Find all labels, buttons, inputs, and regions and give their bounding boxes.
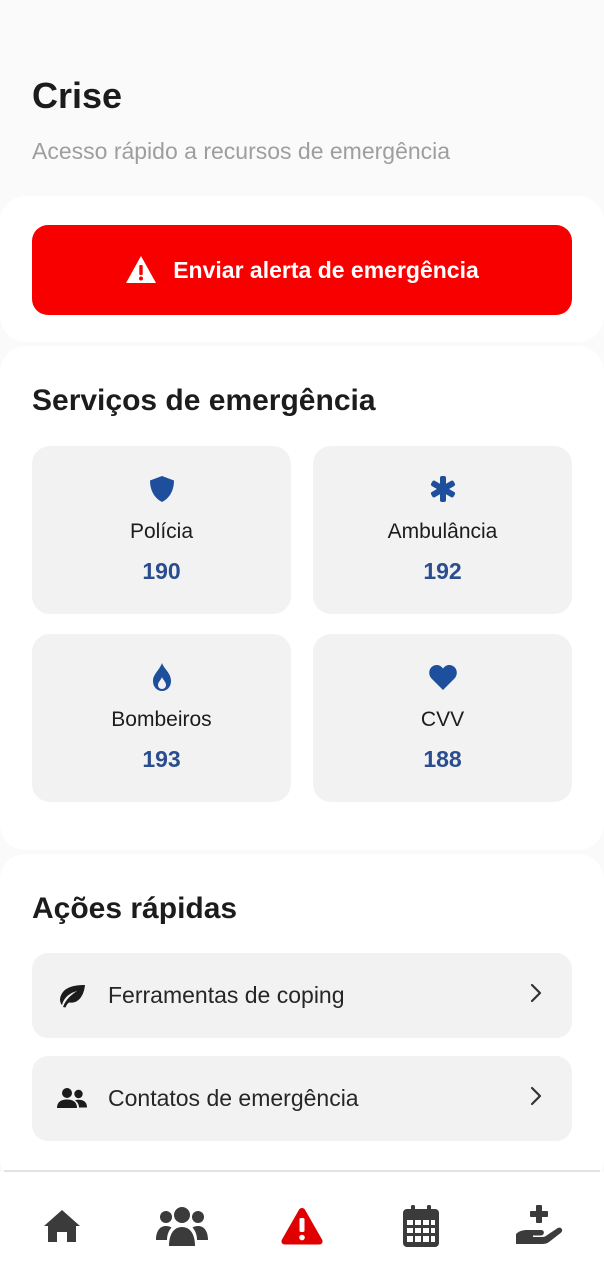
service-number: 193 <box>142 746 181 772</box>
coping-tools-item[interactable]: Ferramentas de coping <box>32 953 572 1038</box>
page-title: Crise <box>32 75 123 116</box>
calendar-icon <box>403 1205 439 1247</box>
quick-actions-title: Ações rápidas <box>32 892 238 925</box>
service-name: Polícia <box>129 520 194 543</box>
emergency-contacts-item[interactable]: Contatos de emergência <box>32 1056 572 1141</box>
services-section-title: Serviços de emergência <box>32 384 376 417</box>
send-emergency-alert-label: Enviar alerta de emergência <box>173 256 479 283</box>
nav-community[interactable] <box>152 1196 212 1256</box>
nav-care[interactable] <box>510 1196 570 1256</box>
service-police[interactable]: Polícia 190 <box>32 446 291 614</box>
chevron-right-icon <box>530 1086 542 1111</box>
asterisk-icon <box>429 472 457 506</box>
chevron-right-icon <box>530 983 542 1008</box>
hand-medical-icon <box>516 1205 563 1244</box>
service-firefighters[interactable]: Bombeiros 193 <box>32 634 291 802</box>
home-icon <box>44 1210 80 1242</box>
service-name: CVV <box>420 708 465 731</box>
emergency-contacts-label: Contatos de emergência <box>108 1085 359 1111</box>
warning-triangle-icon <box>126 256 157 283</box>
service-number: 188 <box>423 746 462 772</box>
page-header: Crise Acesso rápido a recursos de emergê… <box>32 74 572 166</box>
bottom-navigation <box>0 1172 604 1280</box>
service-name: Bombeiros <box>111 708 212 731</box>
service-name: Ambulância <box>387 520 498 543</box>
alert-icon <box>281 1208 323 1245</box>
shield-icon <box>147 472 177 506</box>
alert-card: Enviar alerta de emergência <box>0 196 604 342</box>
nav-calendar[interactable] <box>391 1196 451 1256</box>
send-emergency-alert-button[interactable]: Enviar alerta de emergência <box>32 225 572 315</box>
nav-home[interactable] <box>32 1196 92 1256</box>
users-icon <box>56 1087 88 1111</box>
emergency-services-card: Serviços de emergência Polícia 190 Ambul… <box>0 346 604 850</box>
service-number: 192 <box>423 558 462 584</box>
heart-icon <box>428 660 458 694</box>
service-number: 190 <box>142 558 181 584</box>
community-icon <box>156 1207 208 1246</box>
nav-crisis[interactable] <box>272 1196 332 1256</box>
coping-tools-label: Ferramentas de coping <box>108 982 345 1008</box>
page-subtitle: Acesso rápido a recursos de emergência <box>32 138 451 164</box>
service-ambulance[interactable]: Ambulância 192 <box>313 446 572 614</box>
quick-actions-card: Ações rápidas Ferramentas de coping Cont… <box>0 854 604 1184</box>
service-cvv[interactable]: CVV 188 <box>313 634 572 802</box>
leaf-icon <box>56 983 88 1009</box>
flame-icon <box>150 660 174 694</box>
